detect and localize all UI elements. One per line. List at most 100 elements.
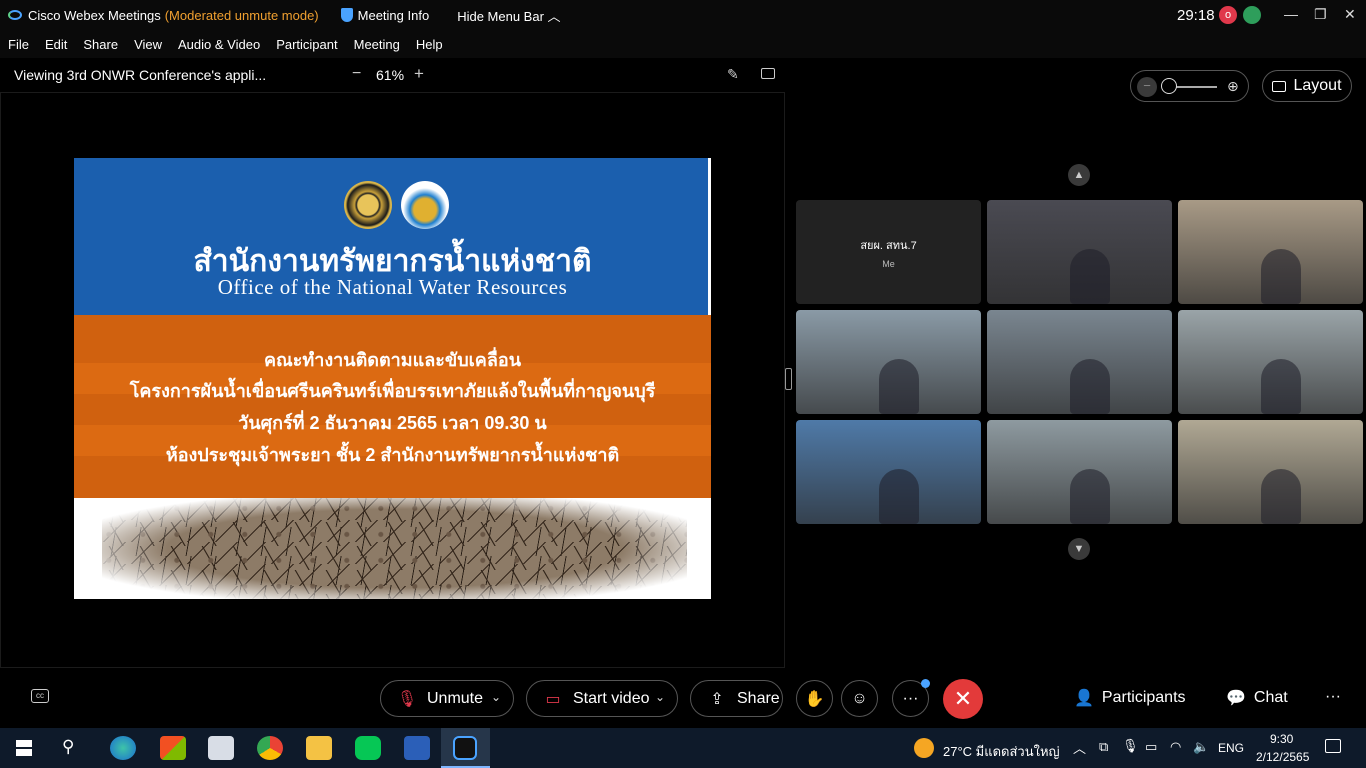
participant-figure xyxy=(1070,359,1111,414)
network-health-icon[interactable] xyxy=(1243,6,1261,24)
weather-text[interactable]: 27°C มีแดดส่วนใหญ่ xyxy=(943,741,1060,762)
participant-video-tile[interactable] xyxy=(987,200,1172,304)
unmute-button[interactable]: 🎙 Unmute ⌄ xyxy=(380,680,514,717)
close-icon: ✕ xyxy=(953,686,973,711)
wifi-icon[interactable]: ◠ xyxy=(1170,739,1181,755)
clock-time[interactable]: 9:30 xyxy=(1270,732,1293,746)
slide-orange-band xyxy=(74,315,711,498)
zoom-slider-handle[interactable] xyxy=(1161,78,1177,94)
cracked-earth-image xyxy=(102,498,687,599)
self-me-label: Me xyxy=(882,258,895,269)
zoom-in-button[interactable]: + xyxy=(414,64,424,84)
panel-splitter-handle[interactable] xyxy=(785,368,792,390)
close-window-icon[interactable]: ✕ xyxy=(1344,6,1356,23)
participant-figure xyxy=(1070,469,1111,524)
search-icon[interactable]: ⚲ xyxy=(62,737,74,757)
tray-microphone-icon[interactable]: 🎙 xyxy=(1122,738,1139,754)
menu-share[interactable]: Share xyxy=(83,37,118,52)
menu-meeting[interactable]: Meeting xyxy=(354,37,400,52)
zoom-out-button[interactable]: − xyxy=(352,65,361,83)
participants-icon: 👤 xyxy=(1074,690,1094,707)
participant-figure xyxy=(1261,359,1302,414)
zoom-in-icon[interactable]: ⊕ xyxy=(1227,78,1239,95)
share-label: Share xyxy=(737,689,780,707)
participant-video-tile[interactable] xyxy=(1178,200,1363,304)
raise-hand-button[interactable]: ✋ xyxy=(796,680,833,717)
menu-help[interactable]: Help xyxy=(416,37,443,52)
panel-more-icon: ··· xyxy=(1325,688,1341,705)
unmute-label: Unmute xyxy=(427,689,484,707)
onwr-water-drop-logo xyxy=(401,181,449,229)
clock-date[interactable]: 2/12/2565 xyxy=(1256,750,1309,764)
layout-label: Layout xyxy=(1293,77,1342,94)
scroll-down-arrow-icon[interactable]: ▼ xyxy=(1068,538,1090,560)
weather-sun-icon[interactable] xyxy=(914,738,934,758)
zoom-out-icon[interactable]: − xyxy=(1137,77,1157,97)
title-bar: Cisco Webex Meetings (Moderated unmute m… xyxy=(0,0,1366,30)
input-language[interactable]: ENG xyxy=(1218,741,1244,755)
chat-button[interactable]: 💬 Chat xyxy=(1226,688,1288,708)
leave-meeting-button[interactable]: ✕ xyxy=(943,679,983,719)
webex-taskbar-button[interactable] xyxy=(441,728,490,768)
share-screen-icon: ⇪ xyxy=(710,690,724,708)
menu-edit[interactable]: Edit xyxy=(45,37,67,52)
share-title: Viewing 3rd ONWR Conference's appli... xyxy=(14,67,267,83)
app-title: Cisco Webex Meetings xyxy=(28,7,161,23)
picture-in-picture-icon[interactable] xyxy=(761,68,775,79)
participant-video-tile[interactable] xyxy=(1178,420,1363,524)
meeting-info-button[interactable]: Meeting Info xyxy=(340,7,430,23)
slide-line: วันศุกร์ที่ 2 ธันวาคม 2565 เวลา 09.30 น xyxy=(238,413,547,433)
battery-icon[interactable]: ▭ xyxy=(1145,739,1157,755)
hide-menu-bar-button[interactable]: Hide Menu Bar ︿ xyxy=(457,6,560,25)
panel-more-button[interactable]: ··· xyxy=(1325,688,1341,706)
slide-line: ห้องประชุมเจ้าพระยา ชั้น 2 สำนักงานทรัพย… xyxy=(165,445,620,465)
edge-browser-icon[interactable] xyxy=(110,736,136,760)
meeting-info-label: Meeting Info xyxy=(357,7,430,23)
participant-figure xyxy=(1261,249,1302,304)
scroll-up-arrow-icon[interactable]: ▲ xyxy=(1068,164,1090,186)
layout-icon xyxy=(1272,80,1287,92)
windows-start-icon[interactable] xyxy=(16,740,32,756)
microphone-muted-icon: 🎙 xyxy=(396,690,418,708)
tray-chevron-up-icon[interactable]: ︿ xyxy=(1073,738,1086,757)
line-app-icon[interactable] xyxy=(355,736,381,760)
word-icon[interactable] xyxy=(404,736,430,760)
tray-device-icon[interactable]: ⧉ xyxy=(1099,739,1108,755)
menu-view[interactable]: View xyxy=(134,37,162,52)
closed-captions-icon[interactable]: cc xyxy=(31,689,49,703)
store-icon[interactable] xyxy=(160,736,186,760)
participant-video-tile[interactable] xyxy=(796,420,981,524)
notification-center-icon[interactable] xyxy=(1325,739,1341,753)
chrome-icon[interactable] xyxy=(257,736,283,760)
recording-indicator-icon[interactable]: o xyxy=(1219,6,1237,24)
slide-line: โครงการผันน้ำเขื่อนศรีนครินทร์เพื่อบรรเท… xyxy=(129,381,656,401)
menu-file[interactable]: File xyxy=(8,37,29,52)
webex-app-icon xyxy=(453,736,477,760)
layout-button[interactable]: Layout xyxy=(1262,70,1352,102)
participant-video-tile[interactable] xyxy=(987,310,1172,414)
minimize-icon[interactable]: — xyxy=(1284,6,1298,22)
file-explorer-icon[interactable] xyxy=(306,736,332,760)
share-button[interactable]: ⇪ Share xyxy=(690,680,783,717)
chevron-down-icon[interactable]: ⌄ xyxy=(655,690,665,704)
restore-icon[interactable]: ❐ xyxy=(1314,6,1327,23)
self-video-tile[interactable]: สยผ. สทน.7 Me xyxy=(796,200,981,304)
menu-participant[interactable]: Participant xyxy=(276,37,337,52)
government-seal-logo xyxy=(344,181,392,229)
participant-video-tile[interactable] xyxy=(796,310,981,414)
annotate-icon[interactable]: ✎ xyxy=(727,66,739,83)
participants-label: Participants xyxy=(1101,689,1186,706)
participant-figure xyxy=(879,359,920,414)
chevron-down-icon[interactable]: ⌄ xyxy=(491,690,501,704)
reactions-button[interactable]: ☺ xyxy=(841,680,878,717)
more-options-icon: ··· xyxy=(902,689,919,707)
zoom-level: 61% xyxy=(376,67,405,83)
menu-audio-video[interactable]: Audio & Video xyxy=(178,37,260,52)
start-video-button[interactable]: ▭ Start video ⌄ xyxy=(526,680,678,717)
participant-video-tile[interactable] xyxy=(1178,310,1363,414)
volume-icon[interactable]: 🔈 xyxy=(1193,739,1209,755)
participant-video-tile[interactable] xyxy=(987,420,1172,524)
participants-button[interactable]: 👤 Participants xyxy=(1074,688,1186,708)
mail-icon[interactable] xyxy=(208,736,234,760)
hide-menu-bar-label: Hide Menu Bar xyxy=(457,8,544,24)
